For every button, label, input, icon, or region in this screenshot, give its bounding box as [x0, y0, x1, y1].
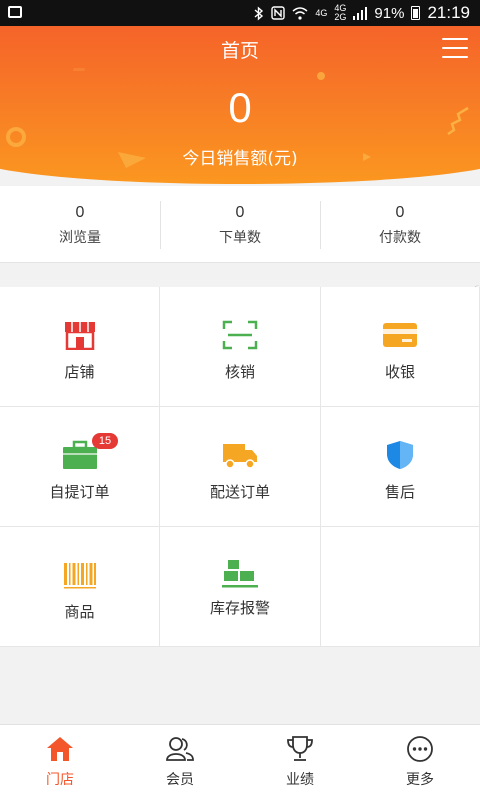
bottom-tab-bar: 门店 会员 业绩 更多 — [0, 724, 480, 801]
clock: 21:19 — [427, 3, 470, 22]
grid-item-label: 库存报警 — [209, 599, 270, 617]
today-sales-label: 今日销售额(元) — [182, 149, 298, 169]
stat-value: 0 — [235, 204, 245, 221]
tab-more[interactable]: 更多 — [360, 725, 480, 801]
shield-icon — [387, 441, 413, 469]
grid-item-label: 店铺 — [64, 363, 95, 381]
grid-item-store[interactable]: 店铺 — [0, 287, 160, 407]
barcode-icon — [63, 563, 96, 589]
tab-label: 门店 — [46, 772, 74, 788]
grid-item-label: 收银 — [384, 363, 415, 381]
battery-percent: 91% — [374, 4, 405, 22]
grid-item-label: 自提订单 — [49, 483, 110, 501]
gallery-notification-icon — [8, 6, 22, 18]
stat-views[interactable]: 0 浏览量 — [0, 186, 160, 262]
decoration-dot-icon — [317, 72, 325, 80]
bluetooth-icon — [254, 5, 264, 21]
stat-value: 0 — [75, 204, 85, 221]
nfc-icon — [271, 6, 286, 20]
tab-label: 更多 — [406, 772, 434, 788]
stat-value: 0 — [395, 204, 405, 221]
members-icon — [166, 737, 194, 761]
stat-label: 下单数 — [219, 230, 261, 246]
grid-item-label: 商品 — [64, 603, 95, 621]
grid-item-label: 售后 — [384, 483, 415, 501]
tab-store[interactable]: 门店 — [0, 725, 120, 801]
grid-item-cashier[interactable]: 收银 — [321, 287, 480, 407]
tab-members[interactable]: 会员 — [120, 725, 240, 801]
grid-item-empty — [321, 527, 480, 647]
grid-item-products[interactable]: 商品 — [0, 527, 160, 647]
home-icon — [47, 737, 73, 761]
scan-icon — [222, 320, 258, 350]
today-sales-value: 0 — [228, 84, 252, 131]
stat-label: 浏览量 — [59, 230, 101, 246]
home-header: 首页 0 今日销售额(元) — [0, 26, 480, 186]
tab-label: 业绩 — [286, 772, 314, 788]
signal-icon — [353, 6, 368, 20]
page-title: 首页 — [220, 40, 259, 62]
network-type-2: 4G 2G — [334, 3, 347, 22]
status-bar: 4G 4G 2G 91% 21:19 — [0, 0, 480, 26]
stat-label: 付款数 — [379, 230, 421, 246]
grid-item-pickup-orders[interactable]: 15 自提订单 — [0, 407, 160, 527]
grid-item-after-sales[interactable]: 售后 — [321, 407, 480, 527]
store-icon — [64, 322, 95, 350]
stats-row: 0 浏览量 0 下单数 0 付款数 — [0, 186, 480, 263]
grid-item-label: 配送订单 — [209, 483, 270, 501]
more-icon — [407, 736, 433, 762]
pickup-orders-badge: 15 — [92, 433, 118, 449]
grid-item-delivery-orders[interactable]: 配送订单 — [160, 407, 321, 527]
boxes-icon — [222, 560, 258, 588]
tab-label: 会员 — [166, 772, 194, 788]
truck-icon — [223, 444, 257, 469]
menu-icon[interactable] — [442, 38, 468, 58]
function-grid: 店铺 核销 收银 15 自提订单 配送订单 售后 商品 库存报警 — [0, 287, 480, 647]
battery-icon — [411, 6, 421, 20]
stat-payments[interactable]: 0 付款数 — [320, 186, 480, 262]
grid-item-label: 核销 — [224, 363, 255, 381]
card-icon — [383, 323, 417, 347]
grid-item-verify[interactable]: 核销 — [160, 287, 321, 407]
stat-orders[interactable]: 0 下单数 — [160, 186, 320, 262]
tab-performance[interactable]: 业绩 — [240, 725, 360, 801]
decoration-slash-icon — [73, 68, 85, 71]
network-type-1: 4G — [315, 7, 328, 18]
wifi-icon — [292, 6, 308, 20]
trophy-icon — [287, 736, 313, 761]
grid-item-stock-alert[interactable]: 库存报警 — [160, 527, 321, 647]
